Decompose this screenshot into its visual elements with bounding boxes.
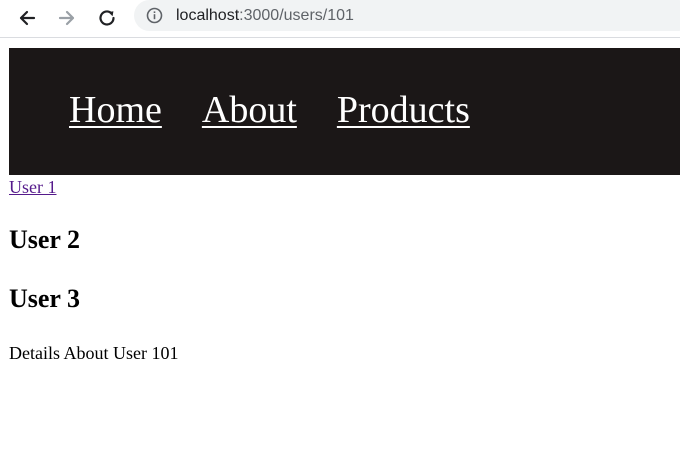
user-2-heading: User 2 — [9, 225, 81, 254]
nav-link-about[interactable]: About — [202, 89, 297, 131]
url-host: localhost — [176, 7, 240, 24]
address-bar[interactable]: localhost:3000/users/101 — [134, 0, 680, 31]
arrow-left-icon — [19, 10, 36, 26]
page-content: Home About Products User 1 User 2 User 3… — [0, 39, 680, 455]
user-details-text: Details About User 101 — [9, 343, 179, 363]
arrow-right-icon — [58, 10, 75, 26]
url-text[interactable]: localhost:3000/users/101 — [176, 5, 354, 26]
user-3-heading: User 3 — [9, 284, 81, 313]
reload-button[interactable] — [92, 3, 122, 33]
nav-link-products[interactable]: Products — [337, 89, 470, 131]
url-path: :3000/users/101 — [239, 7, 354, 24]
back-button[interactable] — [12, 3, 42, 33]
browser-toolbar: localhost:3000/users/101 — [0, 0, 680, 38]
info-icon[interactable] — [146, 7, 163, 24]
nav-list: Home About Products — [69, 88, 510, 132]
user-1-link[interactable]: User 1 — [9, 177, 57, 197]
nav-item-products: Products — [337, 88, 470, 132]
forward-button[interactable] — [52, 3, 82, 33]
reload-icon — [99, 10, 115, 26]
nav-item-home: Home — [69, 88, 162, 132]
nav-item-about: About — [202, 88, 297, 132]
site-navbar: Home About Products — [9, 48, 680, 175]
nav-link-home[interactable]: Home — [69, 89, 162, 131]
